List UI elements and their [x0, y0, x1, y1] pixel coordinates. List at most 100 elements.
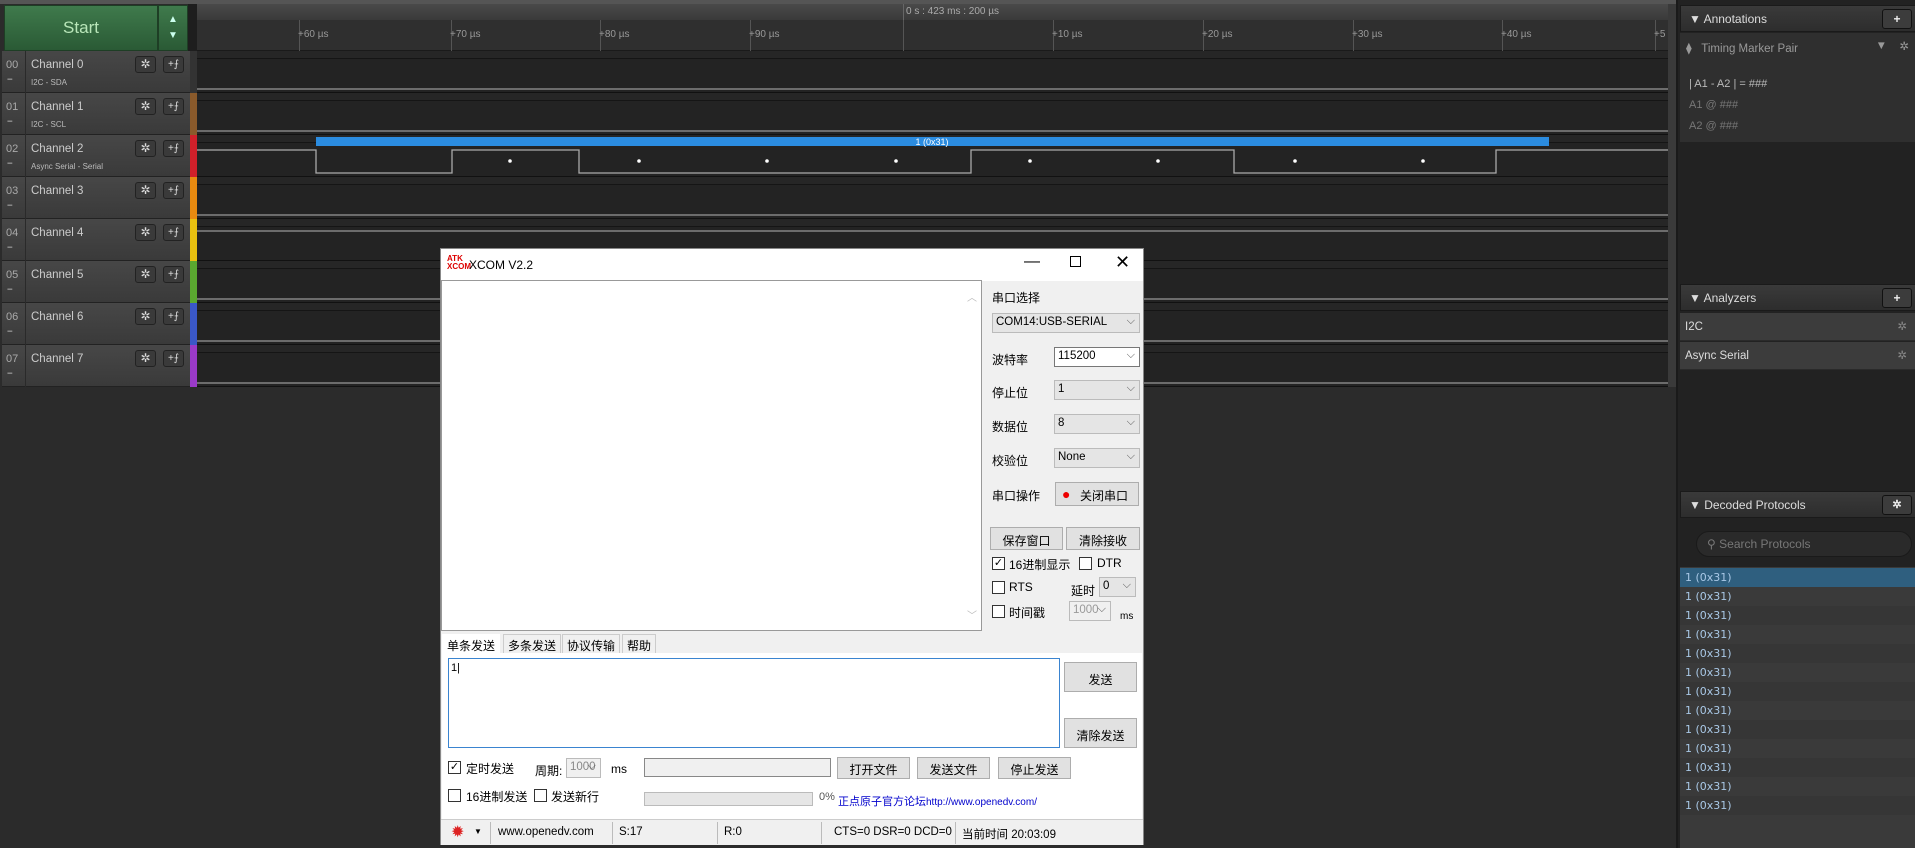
channel-name[interactable]: Channel 2 — [31, 143, 83, 155]
decoded-item[interactable]: 1 (0x31) — [1680, 777, 1915, 796]
save-window-button[interactable]: 保存窗口 — [990, 527, 1063, 550]
data-bits-select[interactable]: 8 — [1054, 414, 1140, 434]
channel-row[interactable]: 07 ▪▪▪▪ Channel 7 ✲ +⨍ — [2, 345, 190, 387]
channel-row[interactable]: 01 ▪▪▪▪ Channel 1 I2C - SCL ✲ +⨍ — [2, 93, 190, 135]
drag-handle-icon[interactable]: ▪▪▪▪ — [7, 287, 12, 293]
dropdown-icon[interactable]: ▼ — [1876, 40, 1887, 52]
add-analyzer-button[interactable]: + — [1882, 288, 1912, 308]
decoded-item[interactable]: 1 (0x31) — [1680, 568, 1915, 587]
gear-icon[interactable]: ✲ — [135, 98, 156, 115]
annotations-header[interactable]: ▼ Annotations + — [1680, 5, 1915, 32]
gear-icon[interactable]: ✲ — [1897, 348, 1907, 362]
send-button[interactable]: 发送 — [1064, 662, 1137, 692]
send-file-button[interactable]: 发送文件 — [917, 757, 990, 779]
tab-single-send[interactable]: 单条发送 — [442, 634, 501, 653]
decoded-item[interactable]: 1 (0x31) — [1680, 758, 1915, 777]
trigger-edge-icon[interactable]: +⨍ — [163, 140, 184, 157]
hex-send-checkbox[interactable] — [448, 789, 461, 802]
tab-multi-send[interactable]: 多条发送 — [503, 634, 562, 653]
timestamp-input[interactable]: 1000 — [1069, 601, 1111, 621]
gear-icon[interactable]: ✲ — [135, 140, 156, 157]
clear-receive-button[interactable]: 清除接收 — [1066, 527, 1140, 550]
trigger-edge-icon[interactable]: +⨍ — [163, 182, 184, 199]
clear-send-button[interactable]: 清除发送 — [1064, 718, 1137, 748]
scroll-up-icon[interactable]: ︿ — [967, 289, 977, 304]
dropdown-arrow-icon[interactable]: ▼ — [474, 827, 482, 836]
channel-name[interactable]: Channel 6 — [31, 311, 83, 323]
gear-icon[interactable]: ✲ — [1882, 495, 1912, 515]
time-ruler[interactable]: +60 µs +70 µs +80 µs +90 µs +10 µs +20 µs +30 … — [197, 20, 1668, 51]
analyzers-header[interactable]: ▼ Analyzers + — [1680, 284, 1915, 311]
gear-icon[interactable]: ✲ — [135, 56, 156, 73]
drag-handle-icon[interactable]: ▪▪▪▪ — [7, 329, 12, 335]
tab-protocol[interactable]: 协议传输 — [562, 634, 621, 653]
forum-link[interactable]: 正点原子官方论坛http://www.openedv.com/ — [838, 793, 1037, 809]
start-button[interactable]: Start — [4, 5, 158, 51]
trigger-edge-icon[interactable]: +⨍ — [163, 350, 184, 367]
dtr-checkbox[interactable] — [1079, 557, 1092, 570]
maximize-button[interactable] — [1070, 256, 1081, 267]
channel-row[interactable]: 06 ▪▪▪▪ Channel 6 ✲ +⨍ — [2, 303, 190, 345]
title-bar[interactable]: ATK XCOM XCOM V2.2 — ✕ — [441, 249, 1143, 281]
gear-icon[interactable]: ✲ — [135, 266, 156, 283]
decoded-item[interactable]: 1 (0x31) — [1680, 587, 1915, 606]
timed-send-checkbox[interactable]: ✓ — [448, 761, 461, 774]
receive-area[interactable]: ︿ ﹀ — [441, 280, 982, 631]
decoded-item[interactable]: 1 (0x31) — [1680, 796, 1915, 815]
channel-row[interactable]: 00 ▪▪▪▪ Channel 0 I2C - SDA ✲ +⨍ — [2, 51, 190, 93]
analyzer-i2c[interactable]: I2C ✲ — [1680, 313, 1915, 341]
add-annotation-button[interactable]: + — [1882, 9, 1912, 29]
channel-name[interactable]: Channel 5 — [31, 269, 83, 281]
close-port-button[interactable]: ● 关闭串口 — [1055, 482, 1139, 506]
channel-row[interactable]: 02 ▪▪▪▪ Channel 2 Async Serial - Serial … — [2, 135, 190, 177]
gear-icon[interactable]: ✲ — [1897, 319, 1907, 333]
arrow-up-icon[interactable]: ▲ — [159, 12, 187, 28]
channel-name[interactable]: Channel 4 — [31, 227, 83, 239]
trigger-edge-icon[interactable]: +⨍ — [163, 56, 184, 73]
scrollbar[interactable] — [1668, 4, 1676, 387]
decoded-item[interactable]: 1 (0x31) — [1680, 739, 1915, 758]
timestamp-checkbox[interactable] — [992, 605, 1005, 618]
channel-row[interactable]: 03 ▪▪▪▪ Channel 3 ✲ +⨍ — [2, 177, 190, 219]
decoded-item[interactable]: 1 (0x31) — [1680, 644, 1915, 663]
decoded-protocols-header[interactable]: ▼ Decoded Protocols ✲ — [1680, 491, 1915, 518]
open-file-button[interactable]: 打开文件 — [837, 757, 910, 779]
drag-handle-icon[interactable]: ▪▪▪▪ — [7, 161, 12, 167]
channel-name[interactable]: Channel 7 — [31, 353, 83, 365]
rts-checkbox[interactable] — [992, 581, 1005, 594]
trigger-edge-icon[interactable]: +⨍ — [163, 266, 184, 283]
search-protocols-input[interactable]: ⚲ Search Protocols — [1696, 531, 1912, 557]
drag-handle-icon[interactable]: ▪▪▪▪ — [7, 119, 12, 125]
gear-icon[interactable]: ✲ — [135, 224, 156, 241]
start-options-arrows[interactable]: ▲ ▼ — [158, 5, 188, 51]
decoded-item[interactable]: 1 (0x31) — [1680, 606, 1915, 625]
status-site[interactable]: www.openedv.com — [498, 826, 594, 838]
file-path-input[interactable] — [644, 758, 831, 777]
marker-type-selector[interactable]: ⧫ Timing Marker Pair ▼ ✲ — [1680, 33, 1915, 62]
gear-icon[interactable]: ✲ — [135, 350, 156, 367]
settings-gear-icon[interactable]: ✹ — [451, 822, 464, 842]
delay-select[interactable]: 0 — [1099, 577, 1136, 597]
hex-display-checkbox[interactable]: ✓ — [992, 557, 1005, 570]
tab-help[interactable]: 帮助 — [622, 634, 657, 653]
stop-bits-select[interactable]: 1 — [1054, 380, 1140, 400]
channel-row[interactable]: 05 ▪▪▪▪ Channel 5 ✲ +⨍ — [2, 261, 190, 303]
send-input[interactable]: 1| — [448, 658, 1060, 748]
gear-icon[interactable]: ✲ — [135, 308, 156, 325]
gear-icon[interactable]: ✲ — [1899, 39, 1909, 53]
decoded-item[interactable]: 1 (0x31) — [1680, 701, 1915, 720]
decoded-item[interactable]: 1 (0x31) — [1680, 625, 1915, 644]
channel-name[interactable]: Channel 3 — [31, 185, 83, 197]
gear-icon[interactable]: ✲ — [135, 182, 156, 199]
port-select[interactable]: COM14:USB-SERIAL — [992, 313, 1140, 333]
drag-handle-icon[interactable]: ▪▪▪▪ — [7, 203, 12, 209]
drag-handle-icon[interactable]: ▪▪▪▪ — [7, 77, 12, 83]
minimize-button[interactable]: — — [1024, 253, 1040, 271]
channel-row[interactable]: 04 ▪▪▪▪ Channel 4 ✲ +⨍ — [2, 219, 190, 261]
decoded-item[interactable]: 1 (0x31) — [1680, 682, 1915, 701]
drag-handle-icon[interactable]: ▪▪▪▪ — [7, 245, 12, 251]
arrow-down-icon[interactable]: ▼ — [159, 28, 187, 44]
drag-handle-icon[interactable]: ▪▪▪▪ — [7, 371, 12, 377]
parity-select[interactable]: None — [1054, 448, 1140, 468]
scroll-down-icon[interactable]: ﹀ — [967, 607, 977, 622]
